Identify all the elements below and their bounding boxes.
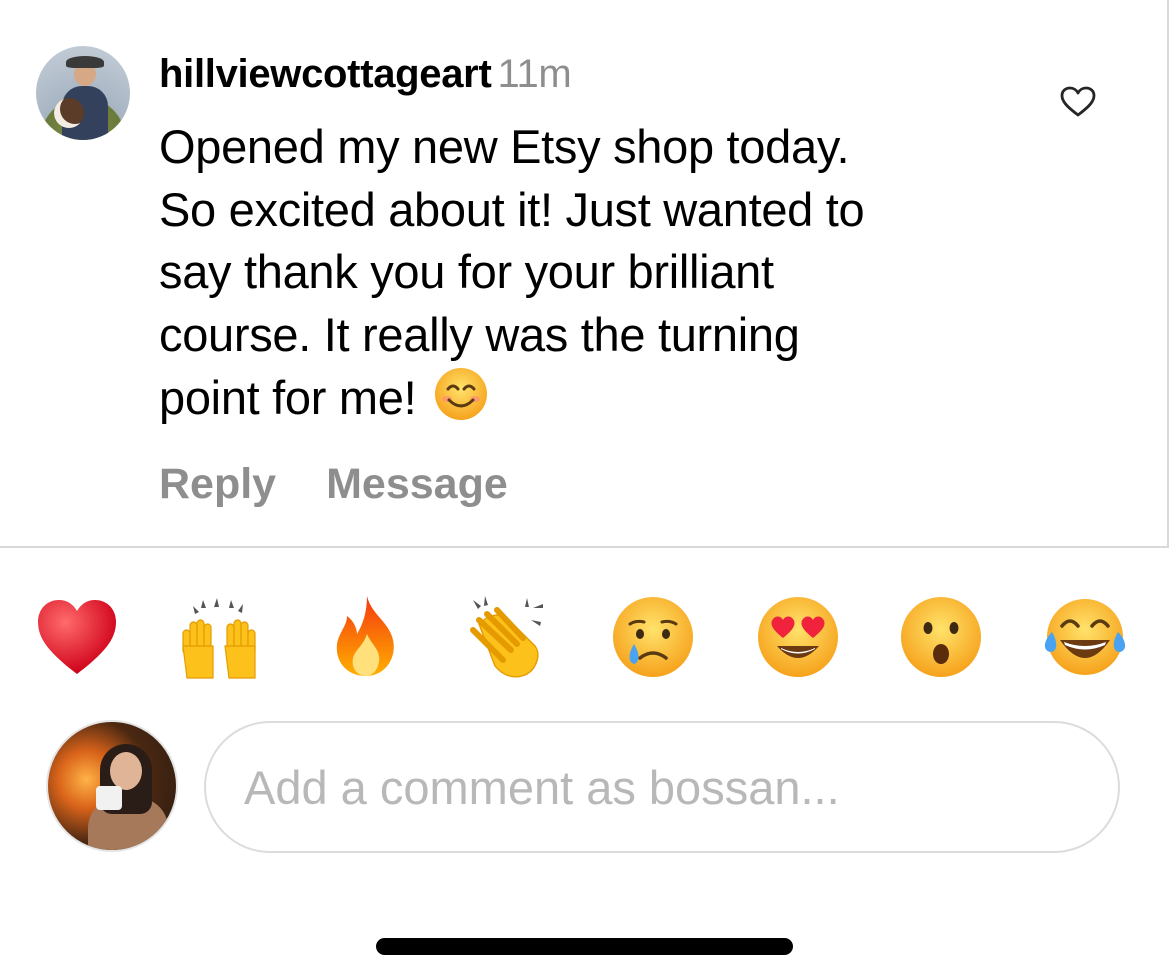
reaction-red-heart[interactable] bbox=[34, 594, 120, 680]
quick-reactions-bar bbox=[0, 594, 1169, 684]
reaction-fire[interactable] bbox=[323, 594, 409, 680]
heart-outline-icon bbox=[1060, 86, 1096, 117]
heart-eyes-face-icon bbox=[758, 597, 838, 677]
tears-of-joy-face-icon bbox=[1044, 599, 1126, 675]
reaction-surprised-face[interactable] bbox=[898, 594, 984, 680]
reaction-heart-eyes-face[interactable] bbox=[755, 594, 841, 680]
message-button[interactable]: Message bbox=[326, 460, 508, 508]
commenter-avatar[interactable] bbox=[36, 46, 130, 140]
current-user-avatar bbox=[46, 720, 178, 852]
home-indicator[interactable] bbox=[376, 938, 793, 955]
comment-header: hillviewcottageart 11m bbox=[159, 50, 572, 98]
add-comment-input[interactable] bbox=[204, 721, 1120, 853]
fire-icon bbox=[336, 596, 394, 676]
comment-timestamp: 11m bbox=[497, 52, 572, 96]
comment-text: Opened my new Etsy shop today. So excite… bbox=[159, 120, 865, 424]
crying-face-icon bbox=[613, 597, 693, 677]
clapping-hands-icon bbox=[470, 596, 543, 678]
comment-body: Opened my new Etsy shop today. So excite… bbox=[159, 116, 1019, 430]
comment-item: hillviewcottageart 11m Opened my new Etsy… bbox=[0, 0, 1169, 548]
red-heart-icon bbox=[38, 600, 116, 674]
reply-button[interactable]: Reply bbox=[159, 460, 276, 508]
commenter-username[interactable]: hillviewcottageart bbox=[159, 52, 492, 96]
reaction-clapping-hands[interactable] bbox=[465, 594, 551, 680]
comment-actions: Reply Message bbox=[159, 456, 558, 512]
reaction-crying-face[interactable] bbox=[610, 594, 696, 680]
raising-hands-icon bbox=[182, 598, 256, 679]
reaction-tears-of-joy-face[interactable] bbox=[1042, 594, 1128, 680]
reaction-raising-hands[interactable] bbox=[177, 594, 263, 680]
surprised-face-icon bbox=[901, 597, 981, 677]
like-comment-button[interactable] bbox=[1060, 86, 1096, 118]
divider bbox=[0, 546, 1169, 548]
smiling-face-emoji-icon bbox=[435, 368, 488, 420]
